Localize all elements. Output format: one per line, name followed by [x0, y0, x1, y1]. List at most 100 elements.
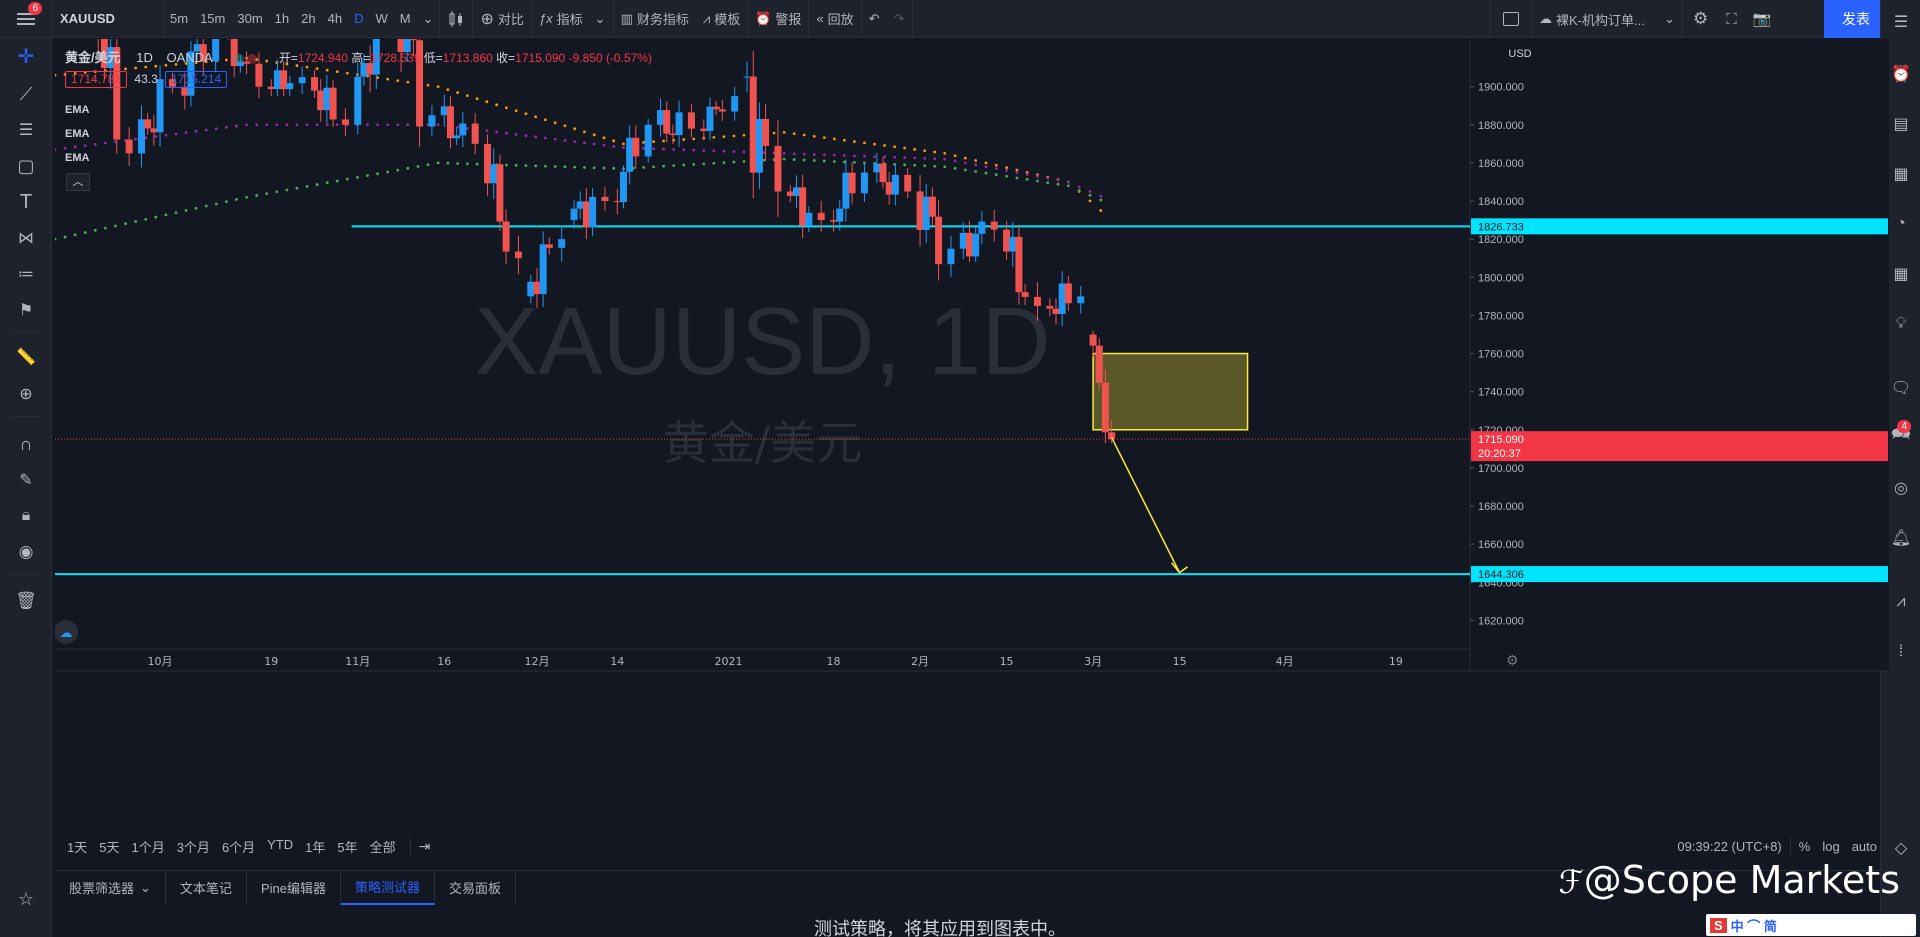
symbol-search-button[interactable]: XAUUSD — [53, 0, 163, 38]
news-button[interactable]: ◔ — [1889, 212, 1913, 236]
buy-price-button[interactable]: 1715.214 — [165, 71, 228, 88]
hide-drawings-tool[interactable]: ◉ — [13, 539, 39, 565]
patterns-tool[interactable]: ⋈ — [13, 225, 39, 251]
goto-date-icon[interactable]: ⇥ — [419, 838, 431, 855]
panel-tab[interactable]: 策略测试器 — [340, 870, 435, 905]
magnet-tool[interactable]: ∩ — [13, 431, 39, 457]
layout-name-button[interactable]: ☁ 裸K-机构订单... ⌄ — [1532, 0, 1682, 38]
prediction-tool[interactable]: ≔ — [13, 261, 39, 287]
sell-price-button[interactable]: 1714.781 — [65, 71, 128, 88]
calendar-button[interactable]: ▦ — [1889, 262, 1913, 286]
zoom-tool[interactable]: ⊕ — [13, 381, 39, 407]
interval-M[interactable]: M — [394, 0, 417, 38]
favorites-tool[interactable]: ☆ — [13, 886, 39, 912]
trend-line-tool[interactable]: ⟋ — [13, 81, 39, 107]
settings-button[interactable]: ⚙ — [1683, 0, 1718, 38]
fullscreen-button[interactable]: ⛶ — [1718, 0, 1745, 38]
shapes-tool[interactable]: ▢ — [13, 153, 39, 179]
bell-icon: 🔔︎ — [1890, 530, 1912, 547]
range-item[interactable]: 1年 — [299, 837, 331, 856]
replay-button[interactable]: «回放 — [809, 0, 860, 38]
range-item[interactable]: 5天 — [93, 837, 125, 856]
spread-value: 43.3 — [134, 72, 158, 86]
axis-settings-gear-icon[interactable]: ⚙ — [1506, 652, 1519, 668]
fib-tool[interactable]: ☰ — [13, 117, 39, 143]
candle-body — [453, 135, 461, 139]
interval-dropdown-icon[interactable]: ⌄ — [417, 0, 440, 38]
snapshot-button[interactable]: 📷 — [1745, 0, 1780, 38]
ema-mid-dot — [682, 148, 686, 152]
streams-button[interactable]: ◎ — [1889, 476, 1913, 500]
range-item[interactable]: YTD — [261, 837, 299, 856]
interval-30m[interactable]: 30m — [231, 0, 268, 38]
ideas-button[interactable]: 💡︎ — [1889, 312, 1913, 336]
redo-button[interactable]: ↷ — [887, 0, 912, 38]
depth-button[interactable]: ⁞ — [1889, 640, 1913, 664]
ema-indicator-3[interactable]: EMA — [65, 152, 89, 164]
range-item[interactable]: 3个月 — [171, 837, 216, 856]
icons-tool[interactable]: ⚑ — [13, 297, 39, 323]
measure-tool[interactable]: 📏 — [13, 344, 39, 370]
text-tool[interactable]: T — [13, 189, 39, 215]
clock-label[interactable]: 09:39:22 (UTC+8) — [1677, 839, 1781, 854]
crosshair-tool[interactable]: ✛ — [13, 43, 39, 69]
interval-W[interactable]: W — [369, 0, 393, 38]
panel-tab[interactable]: Pine编辑器 — [247, 870, 341, 905]
interval-15m[interactable]: 15m — [194, 0, 231, 38]
notifications-button[interactable]: 🔔︎ — [1889, 526, 1913, 550]
panel-tab[interactable]: 股票筛选器 ⌄ — [55, 870, 166, 905]
layout-toggle-button[interactable] — [1491, 0, 1531, 38]
financials-button[interactable]: ▥ 财务指标 — [614, 0, 696, 38]
chart-type-button[interactable] — [440, 0, 472, 38]
ema-fast-dot — [652, 140, 655, 144]
ema-mid-dot — [762, 151, 766, 155]
range-item[interactable]: 5年 — [331, 837, 363, 856]
price-chart[interactable]: XAUUSD, 1D 黄金/美元 USD 1900.000 1880.000 1860.0… — [55, 39, 1889, 792]
stay-drawing-tool[interactable]: ✎ — [13, 467, 39, 493]
chats-button[interactable]: 🗨︎ — [1889, 376, 1913, 400]
remove-drawings-tool[interactable]: 🗑︎ — [13, 588, 39, 614]
percent-toggle[interactable]: % — [1799, 839, 1811, 854]
ema-indicator-2[interactable]: EMA — [65, 128, 89, 140]
publish-button[interactable]: 发表 — [1824, 0, 1888, 38]
ema-fast-dot — [812, 134, 816, 138]
interval-5m[interactable]: 5m — [164, 0, 194, 38]
supply-zone-rectangle[interactable] — [1092, 352, 1249, 431]
alerts-button[interactable]: ⏰ 警报 — [748, 0, 808, 38]
watchlist-button[interactable]: ☰ — [1889, 10, 1913, 34]
interval-D[interactable]: D — [348, 0, 369, 38]
interval-group: 5m 15m 30m 1h 2h 4h D W M — [164, 0, 417, 38]
data-window-button[interactable]: ▤ — [1889, 112, 1913, 136]
ema-indicator-1[interactable]: EMA — [65, 104, 89, 116]
compare-button[interactable]: ⊕ 对比 — [473, 0, 530, 38]
main-menu-button[interactable]: 6 — [0, 0, 52, 38]
current-price-label: 1715.090 — [1478, 434, 1524, 446]
ime-toolbar[interactable]: S 中 ⌒ 简 — [1706, 914, 1916, 936]
templates-button[interactable]: ⩘ 模板 — [696, 0, 747, 38]
interval-2h[interactable]: 2h — [295, 0, 321, 38]
auto-toggle[interactable]: auto — [1852, 839, 1877, 854]
hotlist-button[interactable]: ▦ — [1889, 162, 1913, 186]
collapse-legend-button[interactable]: ︿ — [66, 173, 90, 191]
layers-button[interactable]: ◇ — [1889, 836, 1913, 860]
undo-button[interactable]: ↶ — [862, 0, 887, 38]
lock-drawings-tool[interactable]: 🔒︎ — [13, 503, 39, 529]
range-item[interactable]: 1个月 — [125, 837, 170, 856]
interval-4h[interactable]: 4h — [322, 0, 348, 38]
indicators-button[interactable]: ƒx 指标 ⌄ — [532, 0, 613, 38]
legend-title[interactable]: 黄金/美元 — [65, 50, 121, 65]
range-item[interactable]: 1天 — [61, 837, 93, 856]
panel-tab[interactable]: 交易面板 — [435, 870, 516, 905]
private-chats-button[interactable]: 🗪 4 — [1889, 420, 1913, 448]
range-item[interactable]: 6个月 — [216, 837, 261, 856]
log-toggle[interactable]: log — [1822, 839, 1839, 854]
panel-tab[interactable]: 文本笔记 — [166, 870, 247, 905]
alerts-label: 警报 — [775, 12, 802, 27]
candle-body — [935, 216, 943, 265]
interval-1h[interactable]: 1h — [269, 0, 295, 38]
ema-mid-dot — [1005, 169, 1008, 172]
order-panel-button[interactable]: ⩘ — [1889, 590, 1913, 614]
ema-mid-dot — [692, 148, 696, 152]
range-item[interactable]: 全部 — [364, 837, 402, 856]
alerts-panel-button[interactable]: ⏰ — [1889, 62, 1913, 86]
